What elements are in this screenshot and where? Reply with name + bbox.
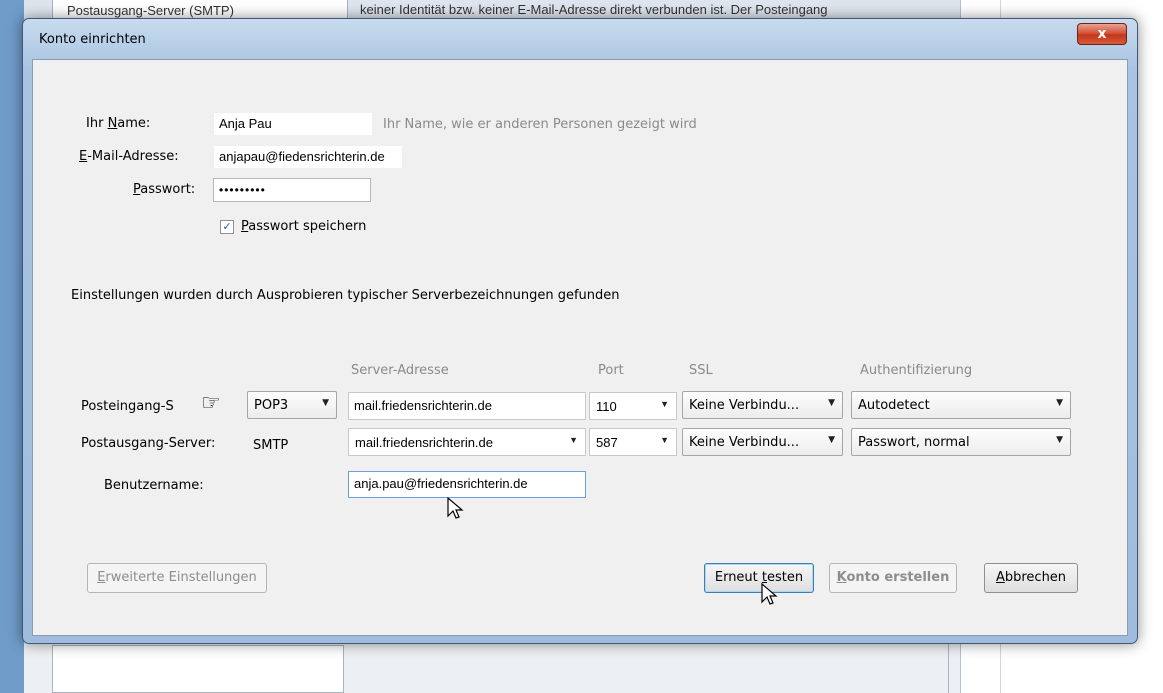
background-help-text: keiner Identität bzw. keiner E-Mail-Adre… — [360, 2, 828, 17]
chevron-down-icon: ▼ — [1056, 435, 1063, 445]
account-setup-dialog: Konto einrichten x Ihr Name: Anja Pau Ih… — [22, 18, 1138, 644]
incoming-ssl-select[interactable]: Keine Verbindu... ▼ — [682, 391, 843, 419]
incoming-port-select[interactable]: 110 ▼ — [589, 392, 677, 420]
header-port: Port — [598, 363, 624, 378]
chevron-down-icon: ▼ — [322, 398, 329, 408]
checkmark-icon: ✓ — [222, 220, 232, 233]
retest-button[interactable]: Erneut testen — [704, 563, 814, 593]
chevron-down-icon: ▼ — [828, 398, 835, 408]
outgoing-auth-value: Passwort, normal — [858, 435, 970, 450]
password-input[interactable]: ••••••••• — [213, 178, 371, 202]
incoming-protocol-value: POP3 — [254, 398, 289, 413]
create-account-button[interactable]: Konto erstellen — [829, 563, 957, 593]
name-label: Ihr Name: — [86, 116, 151, 131]
save-password-checkbox[interactable]: ✓ — [220, 220, 234, 234]
incoming-ssl-value: Keine Verbindu... — [689, 398, 800, 413]
outgoing-server-address-value: mail.friedensrichterin.de — [355, 435, 494, 450]
chevron-down-icon: ▼ — [1056, 398, 1063, 408]
pointing-hand-icon: ☞ — [201, 391, 221, 416]
name-hint: Ihr Name, wie er anderen Personen gezeig… — [383, 117, 697, 132]
outgoing-auth-select[interactable]: Passwort, normal ▼ — [851, 428, 1071, 456]
incoming-protocol-select[interactable]: POP3 ▼ — [247, 391, 337, 419]
outgoing-protocol: SMTP — [253, 438, 289, 453]
dialog-client-area: Ihr Name: Anja Pau Ihr Name, wie er ande… — [32, 59, 1128, 636]
outgoing-port-select[interactable]: 587 ▼ — [589, 428, 677, 456]
incoming-auth-value: Autodetect — [858, 398, 930, 413]
incoming-auth-select[interactable]: Autodetect ▼ — [851, 391, 1071, 419]
email-input[interactable]: anjapau@fiedensrichterin.de — [213, 145, 403, 169]
save-password-label[interactable]: Passwort speichern — [241, 219, 366, 234]
close-button[interactable]: x — [1077, 23, 1127, 45]
mouse-cursor-icon — [447, 497, 464, 519]
outgoing-port-value: 587 — [596, 435, 618, 450]
cancel-button[interactable]: Abbrechen — [984, 563, 1078, 593]
background-taskbar-strip — [0, 0, 24, 693]
header-ssl: SSL — [689, 363, 713, 378]
username-label: Benutzername: — [104, 478, 204, 493]
email-label: E-Mail-Adresse: — [79, 149, 179, 164]
incoming-server-label: Posteingang-S — [81, 399, 174, 414]
title-bar[interactable]: Konto einrichten x — [23, 19, 1137, 59]
outgoing-ssl-value: Keine Verbindu... — [689, 435, 800, 450]
window-title: Konto einrichten — [39, 32, 146, 47]
chevron-down-icon: ▼ — [660, 399, 669, 409]
close-icon: x — [1097, 26, 1107, 42]
header-authentication: Authentifizierung — [860, 363, 973, 378]
username-input[interactable]: anja.pau@friedensrichterin.de — [348, 471, 586, 498]
chevron-down-icon: ▼ — [660, 435, 669, 445]
password-label: Passwort: — [133, 182, 196, 197]
chevron-down-icon: ▼ — [828, 435, 835, 445]
incoming-server-address-input[interactable]: mail.friedensrichterin.de — [348, 392, 586, 420]
header-server-address: Server-Adresse — [351, 363, 449, 378]
name-input[interactable]: Anja Pau — [213, 112, 373, 136]
chevron-down-icon: ▼ — [569, 435, 578, 445]
outgoing-server-label: Postausgang-Server: — [81, 436, 216, 451]
advanced-settings-button[interactable]: Erweiterte Einstellungen — [87, 563, 267, 593]
outgoing-server-address-select[interactable]: mail.friedensrichterin.de ▼ — [348, 428, 586, 456]
status-message: Einstellungen wurden durch Ausprobieren … — [71, 288, 620, 303]
background-divider — [948, 640, 949, 693]
background-list-box — [52, 645, 344, 693]
outgoing-ssl-select[interactable]: Keine Verbindu... ▼ — [682, 428, 843, 456]
incoming-port-value: 110 — [596, 399, 617, 414]
